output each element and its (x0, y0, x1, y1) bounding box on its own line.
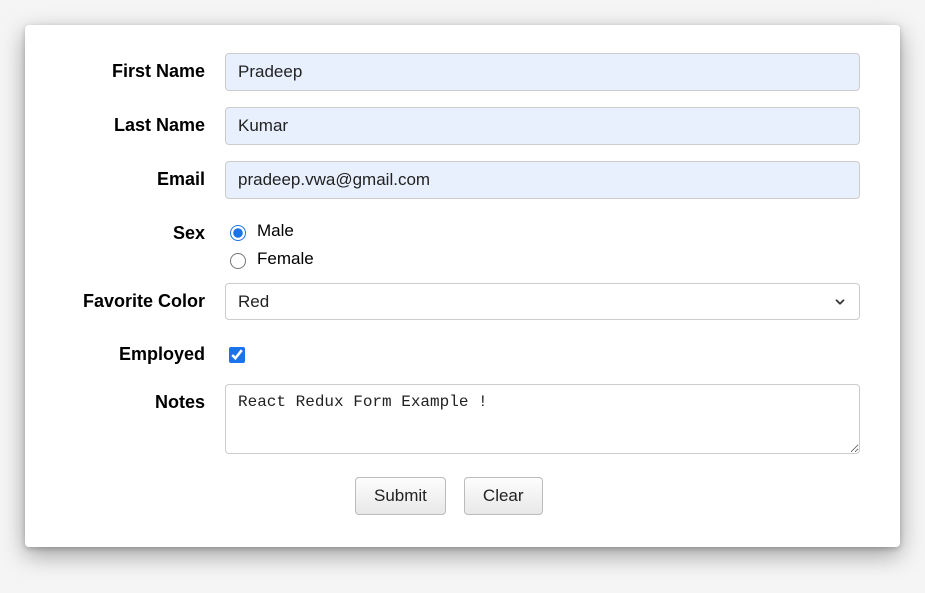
favorite-color-label: Favorite Color (65, 283, 225, 312)
notes-textarea[interactable] (225, 384, 860, 454)
employed-checkbox[interactable] (229, 347, 245, 363)
sex-radio-male[interactable] (230, 225, 246, 241)
sex-label: Sex (65, 215, 225, 244)
sex-option-male[interactable]: Male (225, 221, 860, 241)
first-name-label: First Name (65, 53, 225, 82)
employed-label: Employed (65, 336, 225, 365)
notes-label: Notes (65, 384, 225, 413)
sex-radio-group: Male Female (225, 215, 860, 269)
clear-button[interactable]: Clear (464, 477, 543, 515)
form-card: First Name Last Name Email Sex Male (25, 25, 900, 547)
email-label: Email (65, 161, 225, 190)
sex-female-label: Female (257, 249, 314, 269)
last-name-label: Last Name (65, 107, 225, 136)
first-name-input[interactable] (225, 53, 860, 91)
favorite-color-select[interactable]: Red (225, 283, 860, 320)
button-row: Submit Clear (65, 477, 860, 515)
sex-option-female[interactable]: Female (225, 249, 860, 269)
email-input[interactable] (225, 161, 860, 199)
sex-male-label: Male (257, 221, 294, 241)
sex-radio-female[interactable] (230, 253, 246, 269)
last-name-input[interactable] (225, 107, 860, 145)
submit-button[interactable]: Submit (355, 477, 446, 515)
